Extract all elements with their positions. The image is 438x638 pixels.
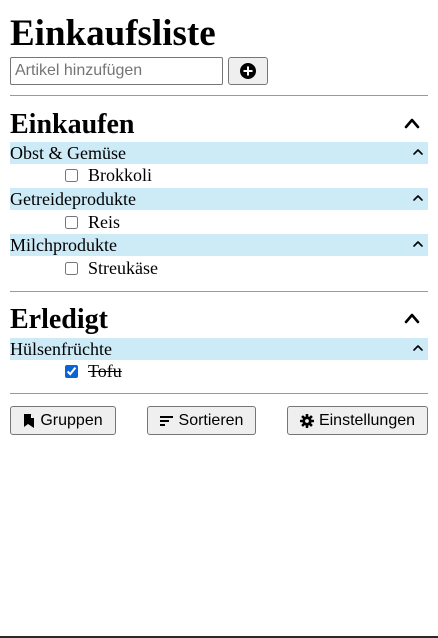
group-label: Milchprodukte [10,235,117,255]
section-title-einkaufen: Einkaufen [10,109,135,140]
gear-icon [299,413,314,428]
chevron-up-icon[interactable] [403,114,421,132]
divider [10,291,428,292]
sort-button[interactable]: Sortieren [147,406,256,435]
sort-button-label: Sortieren [178,411,244,429]
item-label: Reis [88,212,121,232]
chevron-up-icon[interactable] [412,192,424,204]
groups-button-label: Gruppen [40,411,103,429]
section-title-erledigt: Erledigt [10,304,108,335]
chevron-up-icon[interactable] [403,309,421,327]
item-checkbox[interactable] [65,261,78,275]
group-header-huelsenfruechte[interactable]: Hülsenfrüchte [10,338,428,360]
list-item-reis: Reis [65,211,120,233]
add-item-row [10,57,268,85]
item-checkbox[interactable] [65,168,78,182]
group-header-milchprodukte[interactable]: Milchprodukte [10,234,428,256]
item-label: Brokkoli [88,165,153,185]
divider [10,95,428,96]
item-label: Streukäse [88,258,158,278]
settings-button[interactable]: Einstellungen [287,406,428,435]
chevron-up-icon[interactable] [412,146,424,158]
group-label: Getreideprodukte [10,189,136,209]
item-label: Tofu [88,361,122,381]
add-item-button[interactable] [228,57,268,85]
add-item-input[interactable] [10,57,223,85]
list-item-tofu: Tofu [65,360,122,382]
bookmark-flag-icon [23,413,35,428]
settings-button-label: Einstellungen [318,411,416,429]
item-checkbox[interactable] [65,215,78,229]
group-header-obst-gemuese[interactable]: Obst & Gemüse [10,142,428,164]
page-title: Einkaufsliste [10,13,216,54]
plus-circle-icon [240,63,256,79]
chevron-up-icon[interactable] [412,342,424,354]
list-item-streukaese: Streukäse [65,257,158,279]
group-label: Hülsenfrüchte [10,339,112,359]
list-item-brokkoli: Brokkoli [65,164,152,186]
divider [10,393,428,394]
groups-button[interactable]: Gruppen [10,406,116,435]
chevron-up-icon[interactable] [412,238,424,250]
group-label: Obst & Gemüse [10,143,126,163]
sort-icon [159,415,174,427]
item-checkbox[interactable] [65,364,78,378]
group-header-getreideprodukte[interactable]: Getreideprodukte [10,188,428,210]
